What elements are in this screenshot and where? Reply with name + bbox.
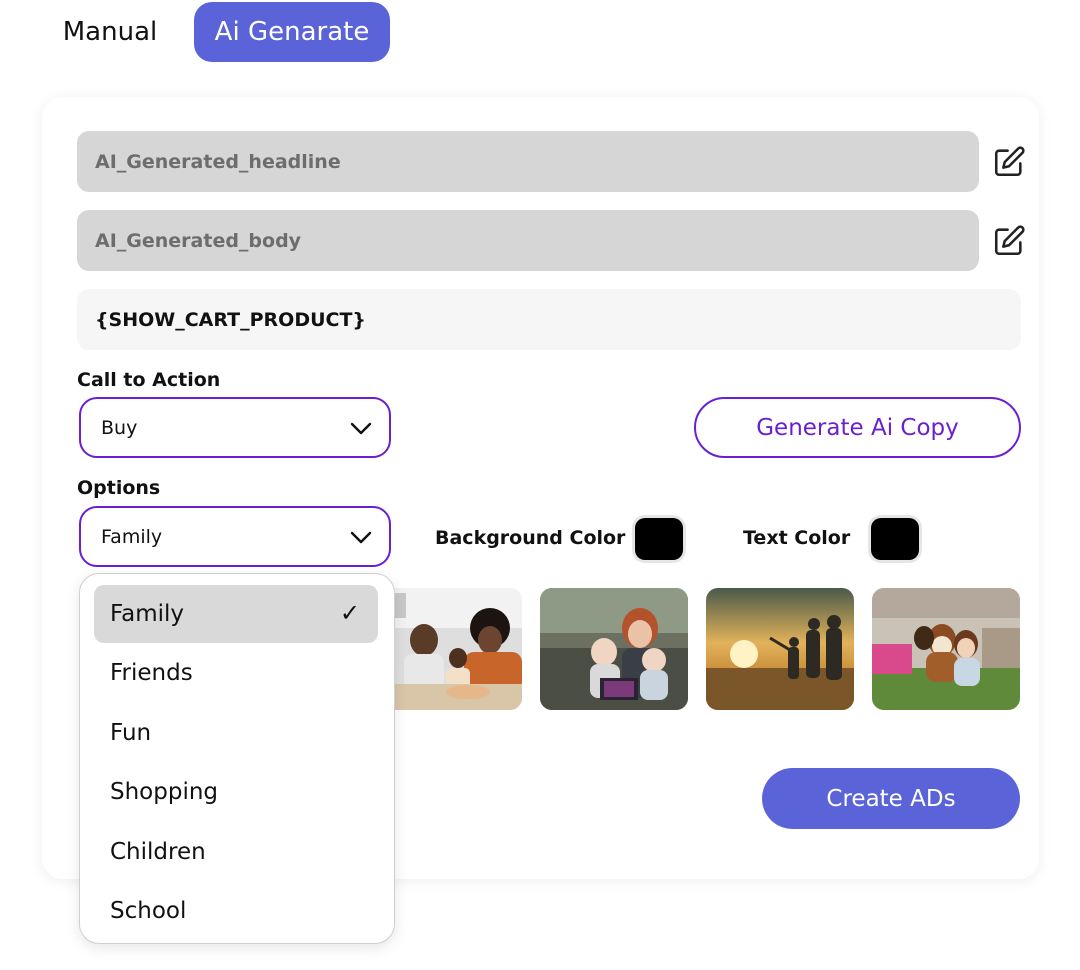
family-photo-sunset[interactable] [706,588,854,710]
chevron-down-icon [350,531,372,544]
options-selected-value: Family [101,525,163,548]
family-photo-dinner[interactable] [374,588,522,710]
tab-manual[interactable]: Manual [50,2,170,62]
product-field[interactable]: {SHOW_CART_PRODUCT} [77,289,1021,350]
body-value: AI_Generated_body [95,229,302,252]
dropdown-option-children[interactable]: Children [94,823,378,881]
family-photo-dog[interactable] [872,588,1020,710]
background-color-swatch[interactable] [635,518,683,560]
options-dropdown-menu: Family ✓ Friends Fun Shopping Children S… [79,573,395,944]
edit-headline-icon[interactable] [992,145,1026,179]
dropdown-option-label: Fun [110,720,152,746]
dropdown-option-friends[interactable]: Friends [94,644,378,702]
dropdown-option-fun[interactable]: Fun [94,704,378,762]
text-color-label: Text Color [743,527,851,549]
dropdown-option-label: Friends [110,660,193,686]
background-color-label: Background Color [435,527,626,549]
body-field[interactable]: AI_Generated_body [77,210,979,271]
headline-field[interactable]: AI_Generated_headline [77,131,979,192]
cta-select[interactable]: Buy [79,397,391,458]
cta-selected-value: Buy [101,416,138,439]
text-color-swatch[interactable] [871,518,919,560]
tab-ai-generate[interactable]: Ai Genarate [194,2,390,62]
options-label: Options [77,477,161,499]
dropdown-option-label: Family [110,601,185,627]
cta-label: Call to Action [77,369,221,391]
product-value: {SHOW_CART_PRODUCT} [95,308,366,331]
dropdown-option-label: School [110,898,187,924]
family-photo-tablet[interactable] [540,588,688,710]
dropdown-option-shopping[interactable]: Shopping [94,763,378,821]
checkmark-icon: ✓ [339,599,360,627]
create-ads-button[interactable]: Create ADs [762,768,1020,829]
dropdown-option-family[interactable]: Family ✓ [94,585,378,643]
edit-body-icon[interactable] [992,224,1026,258]
options-select[interactable]: Family [79,506,391,567]
chevron-down-icon [350,422,372,435]
dropdown-option-school[interactable]: School [94,882,378,940]
generate-ai-copy-button[interactable]: Generate Ai Copy [694,397,1021,458]
dropdown-option-label: Children [110,839,206,865]
dropdown-option-label: Shopping [110,779,219,805]
headline-value: AI_Generated_headline [95,150,341,173]
